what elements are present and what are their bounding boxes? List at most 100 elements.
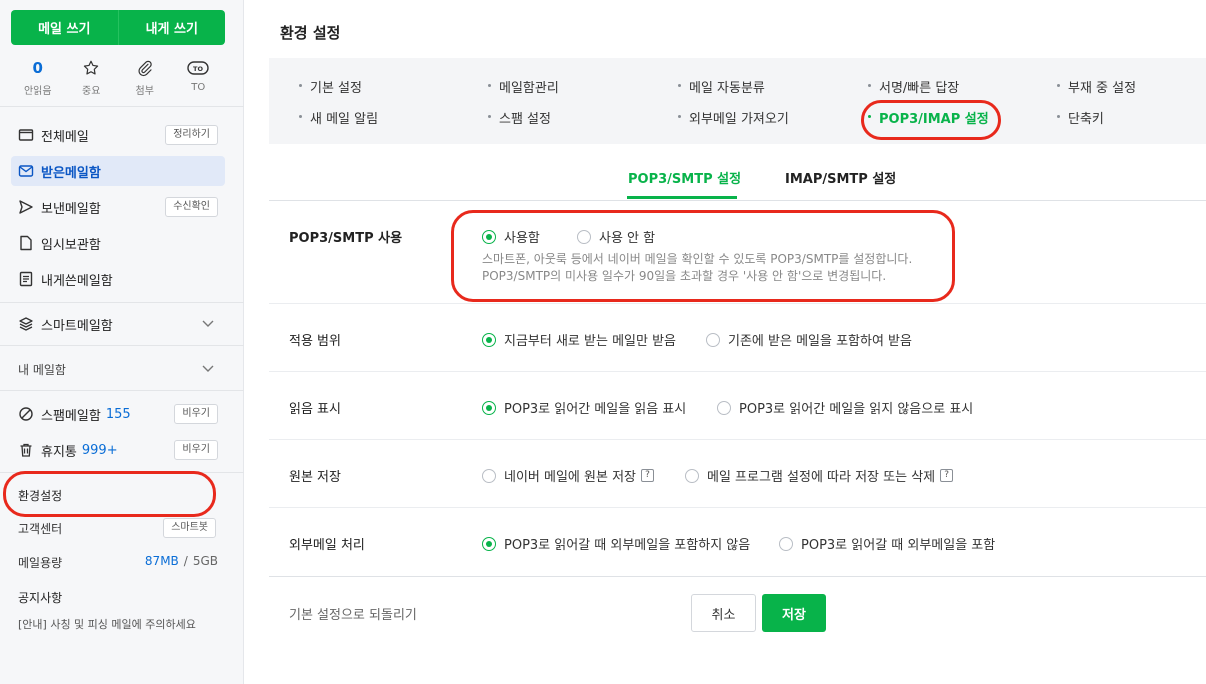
sidebar: 메일 쓰기 내게 쓰기 0 안읽음 중요 첨부 TO TO 전체메일 정리하기 … [0, 0, 244, 684]
folder-all-mail[interactable]: 전체메일 정리하기 [11, 120, 225, 150]
section-label: 내 메일함 [18, 362, 66, 377]
star-icon [65, 58, 119, 78]
to-icon-text: TO [193, 65, 203, 73]
folder-sent[interactable]: 보낸메일함 수신확인 [11, 192, 225, 222]
scope-include-existing-radio[interactable]: 기존에 받은 메일을 포함하여 받음 [706, 330, 912, 349]
pop3-use-off-radio[interactable]: 사용 안 함 [577, 227, 655, 246]
organize-button[interactable]: 정리하기 [165, 125, 218, 145]
radio-dot[interactable] [706, 332, 720, 347]
radio-label: 사용 안 함 [599, 231, 656, 246]
folder-label: 휴지통 [41, 444, 77, 460]
folder-label: 스팸메일함 [41, 408, 101, 424]
quick-label: 첨부 [135, 86, 154, 97]
unread-count: 0 [32, 59, 43, 77]
radio-dot[interactable] [482, 468, 496, 483]
menu-pop3-imap[interactable]: POP3/IMAP 설정 [867, 108, 989, 127]
settings-menu: 기본 설정 메일함관리 메일 자동분류 서명/빠른 답장 부재 중 설정 새 메… [269, 58, 1206, 144]
folder-label: 스마트메일함 [41, 318, 113, 334]
pop3-description: 스마트폰, 아웃룩 등에서 네이버 메일을 확인할 수 있도록 POP3/SMT… [482, 251, 912, 285]
folder-label: 보낸메일함 [41, 201, 101, 217]
my-mailbox-header[interactable]: 내 메일함 [11, 354, 225, 384]
radio-label: POP3로 읽어갈 때 외부메일을 포함 [801, 538, 996, 553]
help-icon[interactable]: ? [641, 469, 654, 482]
folder-smart[interactable]: 스마트메일함 [11, 309, 225, 339]
quick-unread[interactable]: 0 안읽음 [11, 58, 65, 98]
folder-trash[interactable]: 휴지통 999+ 비우기 [11, 435, 225, 465]
radio-dot[interactable] [717, 400, 731, 415]
radio-label: 사용함 [504, 231, 540, 246]
reset-defaults-link[interactable]: 기본 설정으로 되돌리기 [289, 604, 417, 623]
quick-important[interactable]: 중요 [65, 58, 119, 98]
description-line: POP3/SMTP의 미사용 일수가 90일을 초과할 경우 '사용 안 함'으… [482, 269, 887, 283]
tab-imap-smtp[interactable]: IMAP/SMTP 설정 [785, 168, 896, 187]
radio-dot[interactable] [482, 400, 496, 415]
cancel-button[interactable]: 취소 [691, 594, 756, 632]
read-mark-label: 읽음 표시 [289, 402, 341, 417]
read-receipt-button[interactable]: 수신확인 [165, 197, 218, 217]
save-button[interactable]: 저장 [762, 594, 826, 632]
origin-save-naver-radio[interactable]: 네이버 메일에 원본 저장 ? [482, 466, 654, 485]
radio-dot[interactable] [577, 229, 591, 244]
radio-label: POP3로 읽어갈 때 외부메일을 포함하지 않음 [504, 538, 751, 553]
storage-total: 5GB [192, 554, 218, 568]
divider [269, 303, 1206, 304]
empty-spam-button[interactable]: 비우기 [174, 404, 218, 424]
folder-spam[interactable]: 스팸메일함 155 비우기 [11, 399, 225, 429]
menu-spam[interactable]: 스팸 설정 [487, 108, 551, 127]
radio-dot[interactable] [685, 468, 699, 483]
read-mark-unread-radio[interactable]: POP3로 읽어간 메일을 읽지 않음으로 표시 [717, 398, 973, 417]
notice-text[interactable]: [안내] 사칭 및 피싱 메일에 주의하세요 [18, 616, 196, 632]
radio-dot[interactable] [482, 332, 496, 347]
trash-icon [18, 442, 34, 458]
radio-label: 네이버 메일에 원본 저장 [504, 470, 636, 485]
quick-label: 중요 [82, 86, 101, 97]
radio-dot[interactable] [482, 229, 496, 244]
scope-new-only-radio[interactable]: 지금부터 새로 받는 메일만 받음 [482, 330, 676, 349]
quick-to[interactable]: TO TO [172, 58, 226, 98]
external-exclude-radio[interactable]: POP3로 읽어갈 때 외부메일을 포함하지 않음 [482, 534, 750, 553]
write-self-button[interactable]: 내게 쓰기 [118, 10, 225, 45]
pop3-use-on-radio[interactable]: 사용함 [482, 227, 540, 246]
folder-label: 받은메일함 [41, 165, 101, 181]
divider [269, 439, 1206, 440]
origin-save-program-radio[interactable]: 메일 프로그램 설정에 따라 저장 또는 삭제 ? [685, 466, 954, 485]
document-icon [18, 235, 34, 251]
smartbot-button[interactable]: 스마트봇 [163, 518, 216, 538]
page-title: 환경 설정 [280, 24, 341, 42]
trash-count: 999+ [81, 442, 118, 458]
radio-dot[interactable] [482, 536, 496, 551]
menu-auto-sort[interactable]: 메일 자동분류 [677, 77, 765, 96]
settings-link[interactable]: 환경설정 [18, 487, 62, 504]
read-mark-read-radio[interactable]: POP3로 읽어간 메일을 읽음 표시 [482, 398, 686, 417]
help-icon[interactable]: ? [940, 469, 954, 482]
support-link[interactable]: 고객센터 [18, 522, 62, 536]
folder-inbox[interactable]: 받은메일함 [11, 156, 225, 186]
quick-label: 안읽음 [23, 86, 52, 97]
menu-signature[interactable]: 서명/빠른 답장 [867, 77, 959, 96]
folder-drafts[interactable]: 임시보관함 [11, 228, 225, 258]
chevron-down-icon[interactable] [201, 361, 215, 378]
menu-external-import[interactable]: 외부메일 가져오기 [677, 108, 789, 127]
origin-save-label: 원본 저장 [289, 470, 341, 485]
tab-pop3-smtp[interactable]: POP3/SMTP 설정 [628, 168, 741, 187]
chevron-down-icon[interactable] [201, 316, 215, 334]
radio-label: POP3로 읽어간 메일을 읽지 않음으로 표시 [739, 402, 974, 417]
menu-basic[interactable]: 기본 설정 [298, 77, 362, 96]
notice-title[interactable]: 공지사항 [18, 589, 62, 606]
to-icon: TO [172, 58, 226, 78]
paperclip-icon [118, 58, 172, 78]
menu-new-mail-alert[interactable]: 새 메일 알림 [298, 108, 378, 127]
menu-mailbox-manage[interactable]: 메일함관리 [487, 77, 559, 96]
radio-label: 지금부터 새로 받는 메일만 받음 [504, 334, 677, 349]
storage-usage: 메일용량 87MB / 5GB [18, 554, 218, 571]
menu-shortcuts[interactable]: 단축키 [1056, 108, 1104, 127]
write-mail-button[interactable]: 메일 쓰기 [11, 10, 119, 45]
folder-self[interactable]: 내게쓴메일함 [11, 264, 225, 294]
menu-away[interactable]: 부재 중 설정 [1056, 77, 1136, 96]
external-include-radio[interactable]: POP3로 읽어갈 때 외부메일을 포함 [779, 534, 995, 553]
folder-label: 내게쓴메일함 [41, 273, 113, 289]
radio-dot[interactable] [779, 536, 793, 551]
storage-used: 87MB [144, 554, 179, 568]
empty-trash-button[interactable]: 비우기 [174, 440, 218, 460]
quick-attachment[interactable]: 첨부 [118, 58, 172, 98]
